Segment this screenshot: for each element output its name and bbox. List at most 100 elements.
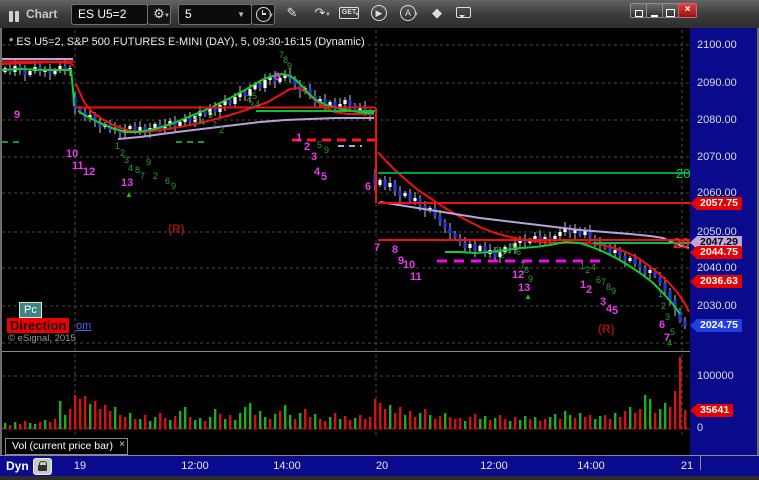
annotation-text: 5 (321, 171, 327, 183)
volume-bar (599, 416, 602, 429)
pc-study-label: Pc (19, 302, 42, 318)
volume-bar (379, 403, 382, 429)
window-minimize-icon (651, 15, 658, 17)
candle-body (478, 246, 482, 251)
volume-bar (504, 419, 507, 429)
candle-body (433, 208, 437, 216)
chart-window-icon (9, 9, 21, 22)
annotation-text: (R) (168, 222, 185, 236)
candle-body (138, 127, 142, 131)
volume-bar (259, 411, 262, 429)
draw-pencil-button[interactable]: ✎ (281, 4, 303, 23)
price-tick-label: 2040.00 (697, 262, 737, 274)
candle-body (663, 283, 667, 291)
candle-body (588, 231, 592, 238)
volume-bar (29, 423, 32, 429)
speech-bubble-icon (455, 7, 471, 18)
red-ma (2, 61, 75, 67)
get-data-button[interactable]: GET ▼ (338, 4, 360, 23)
volume-bar (59, 401, 62, 429)
candle-body (443, 222, 447, 228)
volume-bar (179, 411, 182, 429)
annotation-text: 9 (287, 61, 292, 71)
window-restore-button[interactable] (630, 3, 647, 18)
volume-bar (594, 419, 597, 429)
send-diamond-button[interactable]: ◆ (426, 4, 448, 23)
volume-bar (434, 419, 437, 429)
volume-bar (469, 417, 472, 429)
volume-bar (24, 421, 27, 429)
candle-body (683, 321, 687, 326)
candle-body (463, 243, 467, 248)
volume-bar (524, 416, 527, 429)
volume-bar (654, 413, 657, 429)
watermark-link[interactable]: om (76, 320, 91, 332)
annotation-text: 2 (586, 284, 592, 296)
volume-bar (134, 419, 137, 429)
annotation-text: 7 (140, 171, 145, 181)
volume-tab[interactable]: Vol (current price bar) × (5, 438, 128, 455)
volume-bar (9, 425, 12, 429)
redo-arrow-button[interactable]: ↷ ▼ (309, 4, 331, 23)
auto-annotate-button[interactable]: A ▼ (397, 4, 419, 23)
annotation-text: (R) (598, 322, 615, 336)
annotation-text: 2 (304, 141, 310, 153)
window-maximize-button[interactable] (662, 3, 679, 18)
gear-button[interactable]: ⚙ ▼ (147, 4, 171, 25)
clock-button[interactable]: ▼ (251, 4, 275, 25)
annotation-text: 2 (661, 301, 666, 311)
annotation-text: 9 (171, 181, 176, 191)
volume-bar (669, 407, 672, 429)
window-close-button[interactable]: × (678, 3, 697, 18)
candle-body (258, 84, 262, 88)
volume-bar (454, 419, 457, 429)
candle-body (448, 228, 452, 233)
symbol-combobox[interactable]: ES U5=2 ▼ (71, 4, 148, 38)
volume-bar (609, 419, 612, 429)
annotation-text: 9 (324, 145, 329, 155)
volume-bar (414, 417, 417, 429)
time-axis[interactable]: Dyn 19 12:00 14:00 20 12:00 14:00 21 (0, 455, 759, 476)
chevron-down-icon: ▼ (354, 12, 360, 18)
annotation-text: 7 (374, 242, 380, 254)
volume-bar (539, 421, 542, 429)
volume-bar (229, 415, 232, 429)
annotation-text: 9 (208, 110, 213, 120)
price-tick-label: 2090.00 (697, 77, 737, 89)
candle-body (178, 122, 182, 126)
time-tick-label: 21 (680, 460, 694, 472)
interval-combobox[interactable]: 5 ▼ (178, 4, 252, 25)
price-axis[interactable]: 2100.00 2090.00 2080.00 2070.00 2060.00 2050.… (690, 28, 757, 455)
volume-bar (99, 409, 102, 429)
annotation-text: 11 (72, 160, 84, 172)
volume-bar (154, 417, 157, 429)
annotation-text: 3 (249, 100, 254, 110)
window-minimize-button[interactable] (646, 3, 663, 18)
candle-body (128, 126, 132, 129)
volume-bar (219, 414, 222, 429)
volume-bar (579, 413, 582, 429)
volume-bar (239, 413, 242, 429)
candle-body (453, 233, 457, 238)
candle-body (23, 70, 27, 75)
axis-corner-divider (700, 456, 701, 470)
comment-button[interactable] (452, 4, 474, 23)
plot-svg[interactable]: 91011 1213▲1234 8792 6 92 497 22 53 478961234 55 9… (2, 28, 690, 455)
annotation-text: 4 (667, 338, 672, 348)
annotation-text: 6 (274, 71, 280, 83)
volume-bar (44, 420, 47, 429)
volume-bar (54, 419, 57, 429)
candle-body (388, 183, 392, 187)
volume-bar (339, 419, 342, 429)
volume-bar (679, 357, 682, 429)
close-icon[interactable]: × (119, 437, 125, 452)
volume-bar (479, 419, 482, 429)
volume-bar (74, 395, 77, 429)
play-button[interactable]: ▶ (368, 4, 390, 23)
volume-bar (439, 416, 442, 429)
candle-body (398, 191, 402, 196)
volume-bar (279, 411, 282, 429)
volume-bar (459, 418, 462, 429)
lock-button[interactable] (33, 458, 52, 475)
volume-bar (309, 417, 312, 429)
